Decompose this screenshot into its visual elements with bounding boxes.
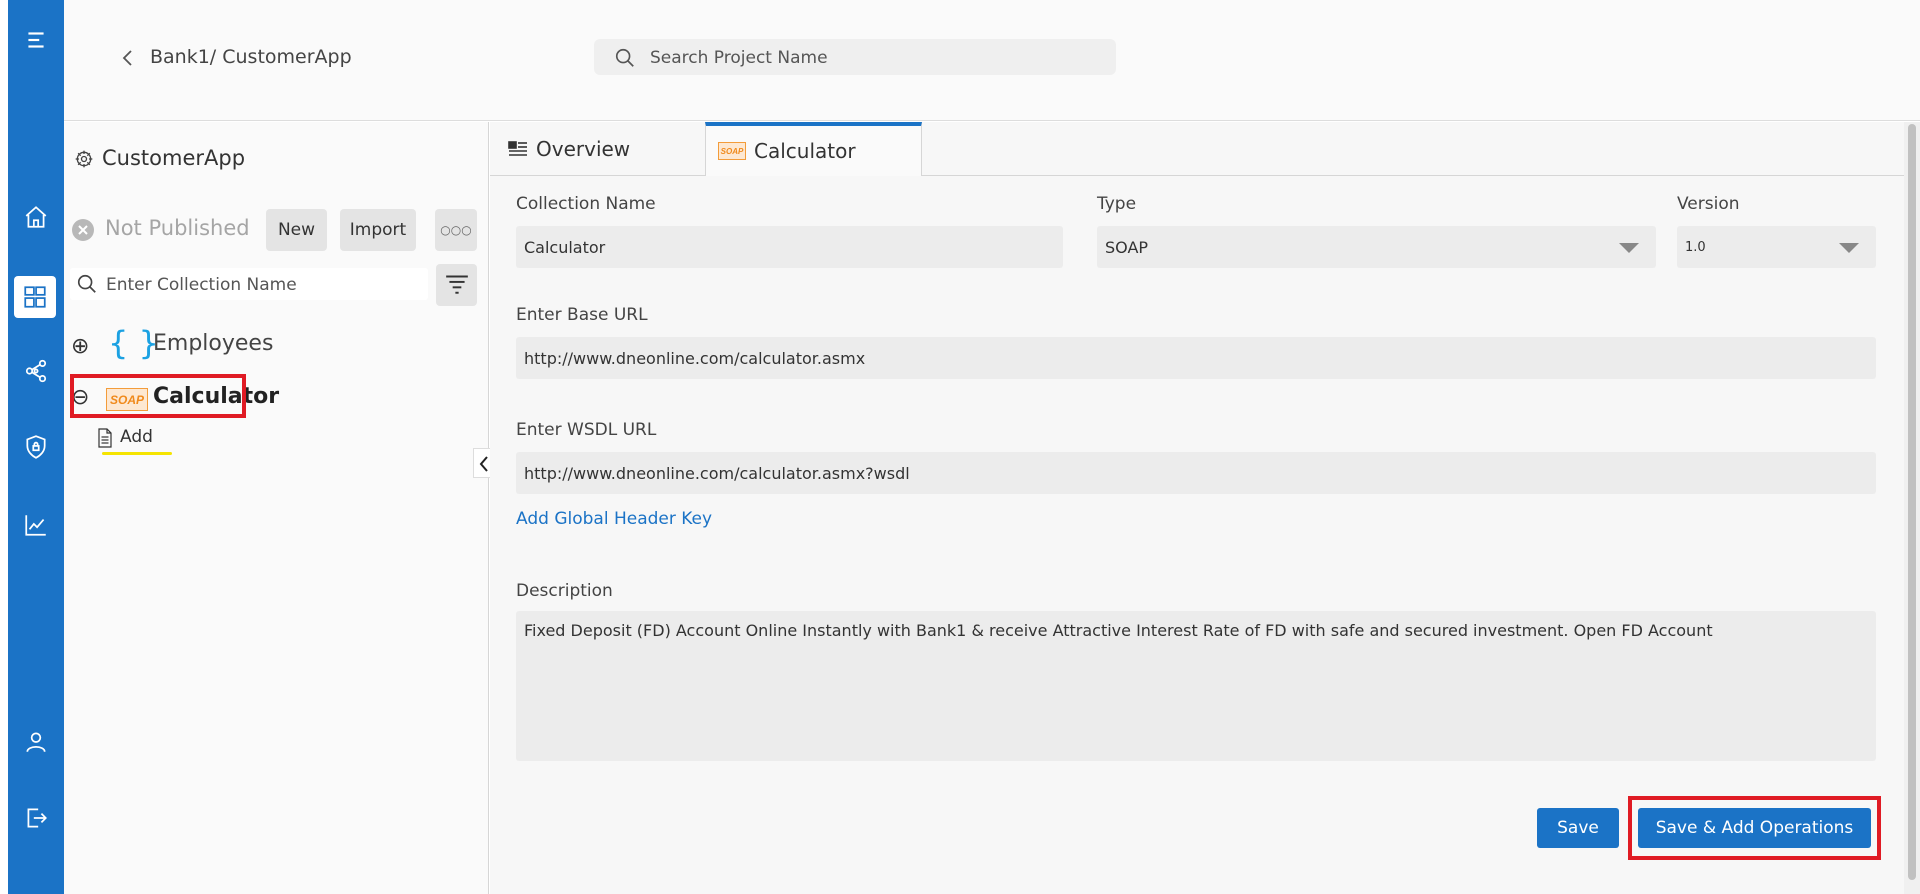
not-published-icon <box>71 218 95 242</box>
tab-calculator-label: Calculator <box>754 139 856 163</box>
type-value: SOAP <box>1105 237 1149 257</box>
more-options-button[interactable]: ○○○ <box>435 209 477 251</box>
status-label: Not Published <box>105 216 250 240</box>
operation-add[interactable]: Add <box>120 427 153 447</box>
save-button[interactable]: Save <box>1537 808 1619 848</box>
base-url-label: Enter Base URL <box>516 305 648 325</box>
collection-tree-panel: CustomerApp Not Published New Import ○○○… <box>64 122 489 894</box>
base-url-field[interactable]: http://www.dneonline.com/calculator.asmx <box>516 337 1876 379</box>
analytics-icon[interactable] <box>8 505 64 545</box>
tab-overview-label: Overview <box>536 136 631 161</box>
main-content: Overview SOAP Calculator Collection Name… <box>490 122 1904 894</box>
collection-name-label: Collection Name <box>516 194 656 214</box>
share-network-icon[interactable] <box>8 351 64 391</box>
description-textarea[interactable]: Fixed Deposit (FD) Account Online Instan… <box>516 611 1876 761</box>
expand-icon[interactable]: ⊕ <box>71 334 89 359</box>
collection-employees[interactable]: Employees <box>153 331 273 356</box>
project-gear-icon <box>74 149 94 169</box>
back-chevron-icon[interactable] <box>118 46 138 70</box>
scrollbar-thumb[interactable] <box>1908 124 1916 880</box>
type-label: Type <box>1097 194 1137 214</box>
logout-icon[interactable] <box>8 798 64 838</box>
add-global-header-link[interactable]: Add Global Header Key <box>516 509 712 529</box>
breadcrumb[interactable]: Bank1/ CustomerApp <box>150 46 352 68</box>
filter-icon <box>444 270 470 301</box>
chevron-down-icon <box>1619 243 1639 253</box>
tab-calculator[interactable]: SOAP Calculator <box>705 122 922 176</box>
left-nav-rail <box>8 0 64 894</box>
collection-search[interactable] <box>70 268 428 300</box>
menu-icon[interactable] <box>8 20 64 60</box>
tab-bar: Overview SOAP Calculator <box>490 122 1904 176</box>
collection-search-input[interactable] <box>104 270 424 300</box>
dashboard-icon[interactable] <box>14 276 56 318</box>
overview-icon <box>508 140 528 158</box>
search-input[interactable] <box>648 43 1092 73</box>
tab-overview[interactable]: Overview <box>508 122 688 175</box>
search-icon <box>76 273 98 295</box>
home-icon[interactable] <box>8 197 64 237</box>
project-title: CustomerApp <box>102 146 246 170</box>
project-search[interactable] <box>594 39 1116 75</box>
search-icon <box>614 47 636 69</box>
vertical-scrollbar[interactable] <box>1904 122 1920 894</box>
highlight-box <box>70 374 246 418</box>
filter-button[interactable] <box>436 264 477 306</box>
type-select[interactable]: SOAP <box>1097 226 1656 268</box>
wsdl-url-field[interactable]: http://www.dneonline.com/calculator.asmx… <box>516 452 1876 494</box>
wsdl-url-label: Enter WSDL URL <box>516 420 657 440</box>
chevron-down-icon <box>1839 243 1859 253</box>
version-label: Version <box>1677 194 1740 214</box>
soap-badge-icon: SOAP <box>718 142 746 160</box>
version-value: 1.0 <box>1685 239 1706 255</box>
new-button[interactable]: New <box>266 209 327 251</box>
document-icon <box>97 428 113 448</box>
import-button[interactable]: Import <box>340 209 416 251</box>
description-label: Description <box>516 581 613 601</box>
yellow-underline <box>102 452 172 455</box>
rest-braces-icon: { } <box>108 324 159 362</box>
version-select[interactable]: 1.0 <box>1677 226 1876 268</box>
shield-icon[interactable] <box>8 427 64 467</box>
user-icon[interactable] <box>8 722 64 762</box>
highlight-box <box>1628 796 1881 860</box>
collection-name-field[interactable]: Calculator <box>516 226 1063 268</box>
